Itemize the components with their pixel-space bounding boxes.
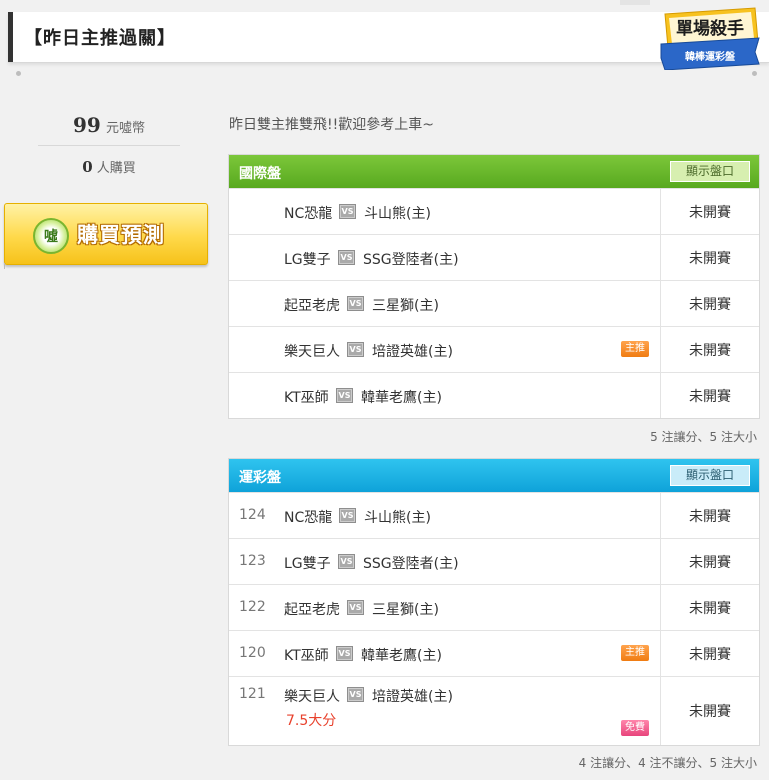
match-row: 121 樂天巨人 VS 培證英雄(主) 免費 7.5大分 未開賽 — [229, 676, 759, 745]
svg-text:韓棒運彩盤: 韓棒運彩盤 — [685, 50, 736, 63]
buy-prediction-label: 購買預測 — [77, 223, 165, 247]
team-home: KT巫師 — [284, 648, 329, 664]
match-row: NC恐龍 VS 斗山熊(主) 未開賽 — [229, 188, 759, 234]
divider-dot-left — [16, 71, 21, 76]
match-row: 樂天巨人 VS 培證英雄(主) 主推 未開賽 — [229, 326, 759, 372]
match-status: 未開賽 — [660, 281, 759, 326]
match-number: 120 — [239, 645, 266, 661]
match-status: 未開賽 — [660, 493, 759, 538]
team-home: LG雙子 — [284, 252, 331, 268]
vs-icon: VS — [336, 646, 353, 661]
sportslottery-panel: 運彩盤 顯示盤口 124 NC恐龍 VS 斗山熊(主) 未開賽 123 LG雙子 VS SSG登… — [228, 458, 760, 746]
match-number: 121 — [239, 686, 266, 702]
match-number: 124 — [239, 507, 266, 523]
match-row: KT巫師 VS 韓華老鷹(主) 未開賽 — [229, 372, 759, 418]
top-tab — [620, 0, 650, 5]
match-row: 122 起亞老虎 VS 三星獅(主) 未開賽 — [229, 584, 759, 630]
team-home: NC恐龍 — [284, 510, 333, 526]
match-status: 未開賽 — [660, 539, 759, 584]
pick-detail: 7.5大分 — [286, 713, 337, 729]
team-away: 培證英雄(主) — [372, 689, 453, 705]
international-panel: 國際盤 顯示盤口 NC恐龍 VS 斗山熊(主) 未開賽 LG雙子 VS SSG登陸者(主) 未… — [228, 154, 760, 419]
vs-icon: VS — [338, 250, 355, 265]
sidebar-edge — [4, 263, 5, 269]
team-away: 三星獅(主) — [372, 602, 439, 618]
price-separator — [38, 145, 180, 146]
single-match-killer-logo: 單場殺手 韓棒運彩盤 — [660, 7, 760, 70]
buy-prediction-button[interactable]: 噓 購買預測 — [4, 203, 208, 265]
page-header: 【昨日主推過關】 — [8, 12, 769, 63]
team-home: 起亞老虎 — [284, 298, 340, 314]
team-home: 起亞老虎 — [284, 602, 340, 618]
team-away: 斗山熊(主) — [364, 510, 431, 526]
vs-icon: VS — [339, 204, 356, 219]
team-home: LG雙子 — [284, 556, 331, 572]
team-away: SSG登陸者(主) — [363, 556, 459, 572]
match-status: 未開賽 — [660, 189, 759, 234]
team-home: 樂天巨人 — [284, 689, 340, 705]
vs-icon: VS — [336, 388, 353, 403]
vs-icon: VS — [338, 554, 355, 569]
price-unit: 元噓幣 — [105, 121, 145, 136]
buyers-unit: 人購買 — [96, 161, 136, 176]
match-row: 120 KT巫師 VS 韓華老鷹(主) 主推 未開賽 — [229, 630, 759, 676]
match-status: 未開賽 — [660, 631, 759, 676]
vs-icon: VS — [339, 508, 356, 523]
show-odds-button[interactable]: 顯示盤口 — [670, 465, 750, 486]
team-away: 斗山熊(主) — [364, 206, 431, 222]
show-odds-button[interactable]: 顯示盤口 — [670, 161, 750, 182]
recommend-badge: 主推 — [621, 645, 649, 661]
free-badge: 免費 — [621, 720, 649, 736]
vs-icon: VS — [347, 296, 364, 311]
match-number: 122 — [239, 599, 266, 615]
buyers-count: 0 人購買 — [38, 157, 180, 176]
price-value: 99 — [73, 113, 101, 137]
sportslottery-summary: 4 注讓分、4 注不讓分、5 注大小 — [578, 756, 757, 770]
international-panel-title: 國際盤 — [239, 166, 281, 182]
match-status: 未開賽 — [660, 327, 759, 372]
divider-dot-right — [752, 71, 757, 76]
buyers-value: 0 — [82, 158, 93, 176]
page-title: 【昨日主推過關】 — [24, 28, 176, 49]
match-status: 未開賽 — [660, 373, 759, 418]
match-row: 起亞老虎 VS 三星獅(主) 未開賽 — [229, 280, 759, 326]
match-row: 123 LG雙子 VS SSG登陸者(主) 未開賽 — [229, 538, 759, 584]
recommend-badge: 主推 — [621, 341, 649, 357]
team-away: 三星獅(主) — [372, 298, 439, 314]
header-accent-bar — [8, 12, 13, 62]
team-home: 樂天巨人 — [284, 344, 340, 360]
sportslottery-panel-header: 運彩盤 顯示盤口 — [229, 459, 759, 492]
top-strip — [0, 0, 769, 12]
match-row: 124 NC恐龍 VS 斗山熊(主) 未開賽 — [229, 492, 759, 538]
team-away: 培證英雄(主) — [372, 344, 453, 360]
vs-icon: VS — [347, 687, 364, 702]
svg-text:單場殺手: 單場殺手 — [676, 18, 744, 39]
match-status: 未開賽 — [660, 585, 759, 630]
match-row: LG雙子 VS SSG登陸者(主) 未開賽 — [229, 234, 759, 280]
sportslottery-panel-title: 運彩盤 — [239, 470, 281, 486]
team-home: NC恐龍 — [284, 206, 333, 222]
team-away: 韓華老鷹(主) — [361, 648, 442, 664]
match-number: 123 — [239, 553, 266, 569]
team-away: SSG登陸者(主) — [363, 252, 459, 268]
team-away: 韓華老鷹(主) — [361, 390, 442, 406]
intro-text: 昨日雙主推雙飛!!歡迎參考上車~ — [229, 117, 434, 133]
international-summary: 5 注讓分、5 注大小 — [650, 430, 757, 444]
match-status: 未開賽 — [660, 677, 759, 745]
price-display: 99 元噓幣 — [38, 113, 180, 137]
vs-icon: VS — [347, 342, 364, 357]
vs-icon: VS — [347, 600, 364, 615]
team-home: KT巫師 — [284, 390, 329, 406]
international-panel-header: 國際盤 顯示盤口 — [229, 155, 759, 188]
match-status: 未開賽 — [660, 235, 759, 280]
coin-icon: 噓 — [33, 218, 69, 254]
